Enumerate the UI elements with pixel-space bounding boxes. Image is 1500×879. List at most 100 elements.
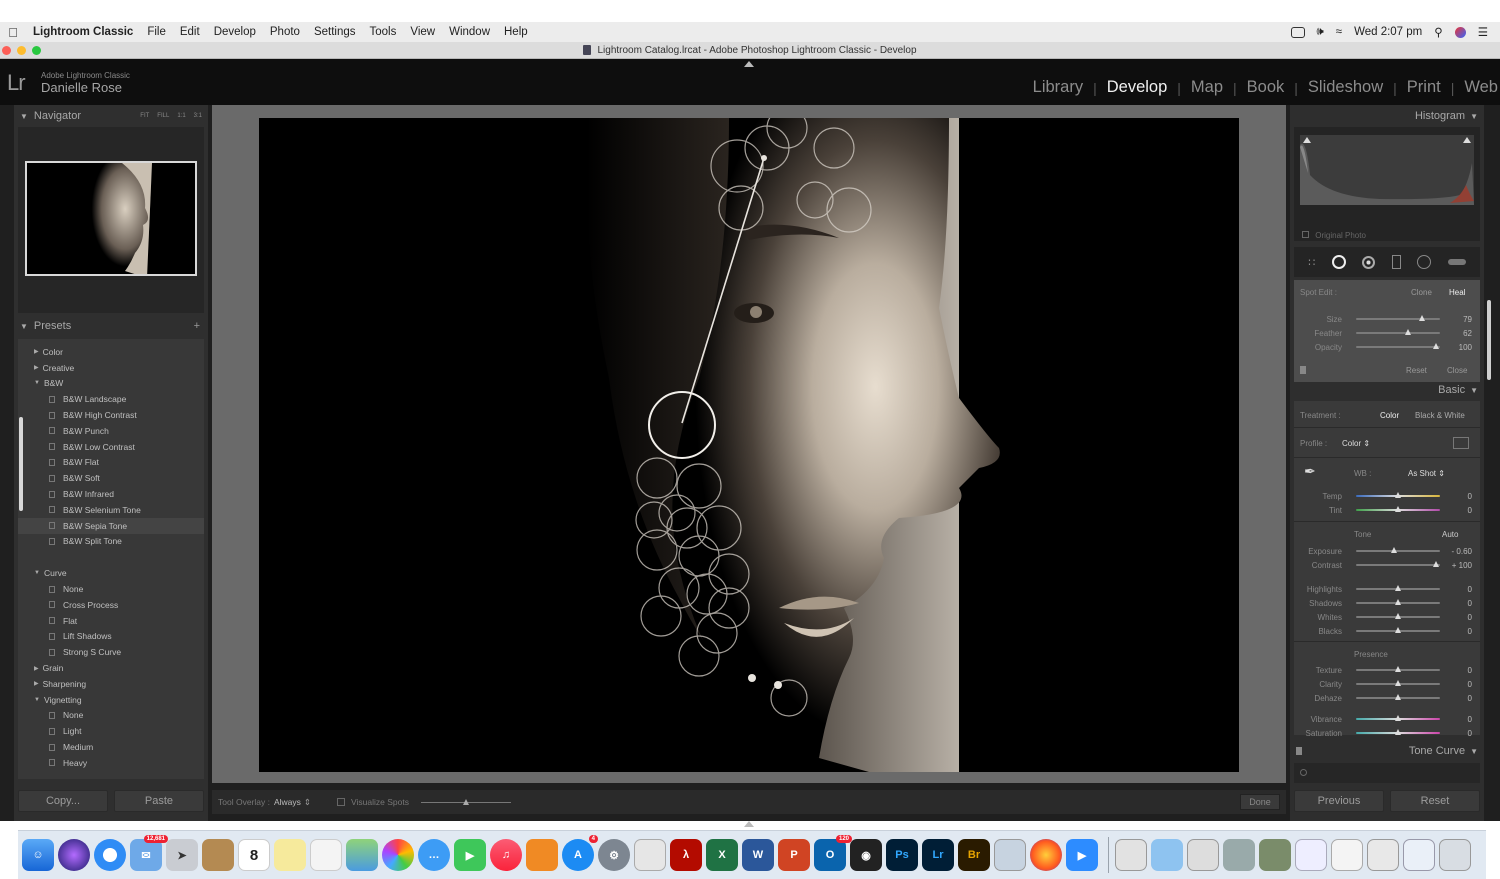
contacts-icon[interactable] — [202, 839, 234, 871]
books-icon[interactable] — [526, 839, 558, 871]
screen-mirror-icon[interactable] — [1290, 26, 1305, 38]
preset-folder[interactable]: ▶ Creative — [18, 360, 204, 376]
notes-icon[interactable] — [274, 839, 306, 871]
original-photo-checkbox[interactable] — [1302, 231, 1309, 238]
navigator-thumbnail[interactable] — [25, 161, 197, 276]
tone-curve-header[interactable]: Tone Curve ▼ — [1290, 740, 1484, 762]
left-panel-scrollbar[interactable] — [19, 417, 23, 511]
slider-thumb[interactable] — [463, 798, 469, 805]
visualize-spots-slider[interactable] — [421, 798, 511, 805]
outlook-icon[interactable]: O 120 — [814, 835, 852, 871]
menu-file[interactable]: File — [140, 26, 173, 38]
document-stack-icon[interactable] — [1187, 839, 1219, 871]
slider-thumb[interactable] — [1395, 506, 1401, 512]
calendar-icon[interactable]: 8 — [238, 839, 270, 871]
system-preferences-icon[interactable]: ⚙ — [598, 839, 630, 871]
preset-item[interactable]: B&W Soft — [18, 470, 204, 486]
module-print[interactable]: Print — [1397, 78, 1451, 97]
photos-icon[interactable] — [382, 839, 414, 871]
module-book[interactable]: Book — [1237, 78, 1295, 97]
zoom-icon[interactable]: ▶ — [1066, 839, 1098, 871]
preset-item[interactable]: B&W Sepia Tone — [18, 517, 204, 534]
menu-edit[interactable]: Edit — [173, 26, 207, 38]
printer-icon[interactable] — [634, 839, 666, 871]
add-preset-icon[interactable]: + — [194, 320, 208, 332]
notification-center-icon[interactable]: ☰ — [1478, 25, 1488, 39]
menu-photo[interactable]: Photo — [263, 26, 307, 38]
profile-browser-icon[interactable] — [1453, 437, 1469, 449]
slider-track[interactable] — [1356, 729, 1440, 735]
top-panel-toggle-icon[interactable] — [744, 61, 754, 67]
menu-settings[interactable]: Settings — [307, 26, 363, 38]
slider-value[interactable]: 62 — [1463, 329, 1472, 338]
preset-item[interactable]: B&W Selenium Tone — [18, 502, 204, 518]
preset-folder[interactable]: ▶ Color — [18, 344, 204, 360]
module-library[interactable]: Library — [1023, 78, 1093, 97]
preset-item[interactable]: Cross Process — [18, 597, 204, 613]
preset-item[interactable]: B&W Low Contrast — [18, 439, 204, 455]
preset-item[interactable]: B&W Infrared — [18, 486, 204, 502]
slider-thumb[interactable] — [1395, 694, 1401, 700]
siri-icon[interactable] — [58, 839, 90, 871]
tone-auto-button[interactable]: Auto — [1442, 530, 1458, 539]
powerpoint-icon[interactable]: P — [778, 839, 810, 871]
slider-track[interactable] — [1356, 599, 1440, 605]
preset-folder[interactable]: ▶ Grain — [18, 660, 204, 676]
slider-track[interactable] — [1356, 329, 1440, 335]
acrobat-icon[interactable]: λ — [670, 839, 702, 871]
mail-file-icon[interactable] — [1403, 839, 1435, 871]
menubar-clock[interactable]: Wed 2:07 pm — [1354, 26, 1422, 38]
slider-thumb[interactable] — [1395, 613, 1401, 619]
module-develop[interactable]: Develop — [1097, 78, 1178, 97]
red-eye-icon[interactable] — [1362, 255, 1376, 269]
visualize-spots-checkbox[interactable] — [337, 798, 346, 806]
zoom-fill[interactable]: FILL — [157, 113, 169, 119]
profile-select[interactable]: Color ⇕ — [1342, 439, 1370, 448]
menu-develop[interactable]: Develop — [207, 26, 263, 38]
module-slideshow[interactable]: Slideshow — [1298, 78, 1393, 97]
preset-item[interactable]: B&W High Contrast — [18, 407, 204, 423]
keyboard-file-icon[interactable] — [1367, 839, 1399, 871]
spot-removal-icon[interactable] — [1331, 255, 1346, 269]
panel-toggle-icon[interactable] — [1300, 366, 1306, 374]
right-panel-scrollbar[interactable] — [1487, 300, 1491, 380]
presets-header[interactable]: ▼ Presets + — [14, 316, 208, 336]
slider-value[interactable]: - 0.60 — [1452, 547, 1472, 556]
slider-thumb[interactable] — [1395, 585, 1401, 591]
menu-help[interactable]: Help — [497, 26, 535, 38]
radial-filter-icon[interactable] — [1417, 255, 1432, 269]
slider-track[interactable] — [1356, 666, 1440, 672]
preset-item[interactable]: Lift Shadows — [18, 629, 204, 645]
slider-track[interactable] — [1356, 561, 1440, 567]
wifi-icon[interactable]: ≈ — [1336, 26, 1342, 38]
apple-icon[interactable]:  — [0, 25, 26, 40]
preset-item[interactable]: Medium — [18, 739, 204, 755]
slider-track[interactable] — [1356, 715, 1440, 721]
slider-thumb[interactable] — [1432, 561, 1439, 567]
finder-icon[interactable]: ☺ — [22, 839, 54, 871]
preset-item[interactable]: None — [18, 581, 204, 597]
preset-item[interactable]: Light — [18, 723, 204, 739]
clone-mode-button[interactable]: Clone — [1411, 288, 1432, 297]
preset-item[interactable]: B&W Punch — [18, 423, 204, 439]
slider-track[interactable] — [1356, 506, 1440, 512]
slider-thumb[interactable] — [1390, 547, 1397, 553]
histogram-header[interactable]: Histogram ▼ — [1290, 105, 1484, 127]
graduated-filter-icon[interactable] — [1391, 255, 1401, 269]
image-stack-icon[interactable] — [1223, 839, 1255, 871]
minimize-window-button[interactable] — [17, 46, 26, 55]
slider-thumb[interactable] — [1432, 343, 1439, 349]
window-file-icon[interactable] — [1331, 839, 1363, 871]
slider-thumb[interactable] — [1395, 599, 1401, 605]
app-store-icon[interactable]: A4 — [562, 835, 598, 871]
slider-track[interactable] — [1356, 627, 1440, 633]
downloads-stack-icon[interactable] — [1115, 839, 1147, 871]
preset-folder[interactable]: ▼ Curve — [18, 565, 204, 581]
preset-item[interactable]: Flat — [18, 613, 204, 629]
module-web[interactable]: Web — [1454, 78, 1500, 97]
slider-value[interactable]: 100 — [1459, 343, 1472, 352]
facetime-icon[interactable]: ▶ — [454, 839, 486, 871]
slider-thumb[interactable] — [1418, 315, 1425, 321]
slider-thumb[interactable] — [1395, 715, 1401, 721]
preset-folder[interactable]: ▼ B&W — [18, 376, 204, 392]
